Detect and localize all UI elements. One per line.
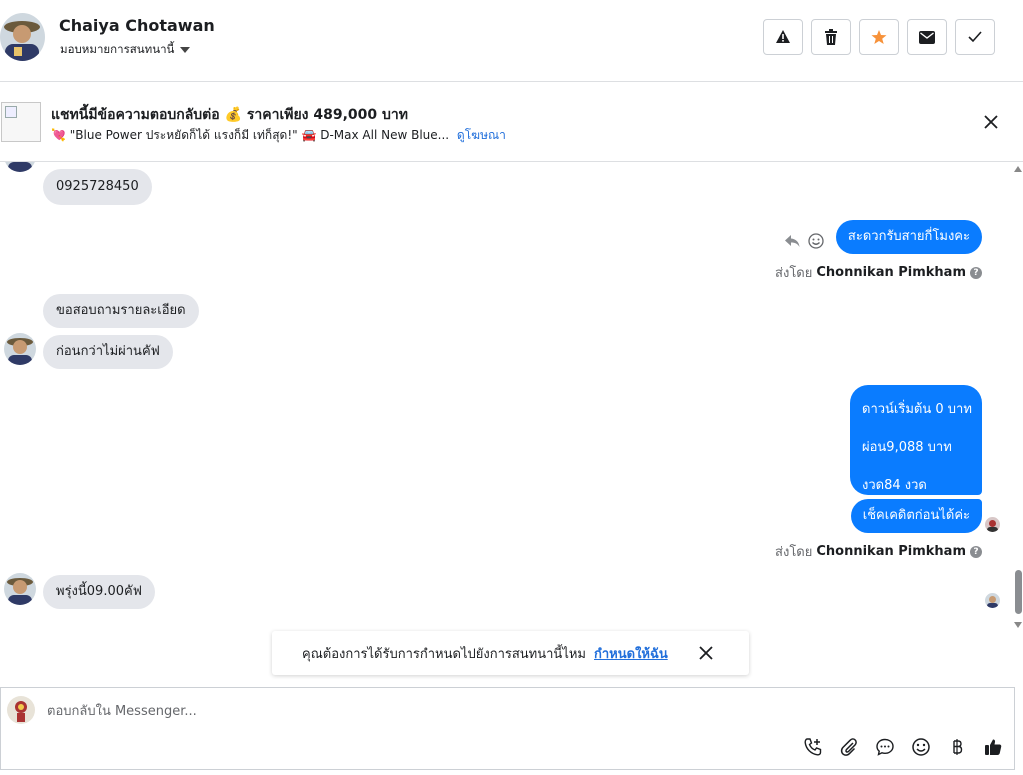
sender-name: Chonnikan Pimkham [816,544,966,559]
delete-button[interactable] [811,19,851,55]
ad-title: แชทนี้มีข้อความตอบกลับต่อ 💰 ราคาเพียง 48… [51,107,409,123]
assign-to-me-link[interactable]: กำหนดให้ฉัน [594,643,668,664]
phone-add-icon[interactable] [802,736,824,758]
message-input[interactable] [47,700,747,722]
ad-subtitle-text: 💘 "Blue Power ประหยัดก็ได้ แรงก็มี เท่ก็… [51,128,450,142]
seen-avatar [985,517,1000,532]
envelope-icon [919,30,935,44]
message-line: ผ่อน9,088 บาท [862,440,952,455]
conversation-header: Chaiya Chotawan มอบหมายการสนทนานี้ [0,0,1023,82]
close-icon[interactable] [697,644,715,662]
reply-icon[interactable] [784,233,800,252]
star-icon [871,30,887,44]
close-icon[interactable] [981,112,1001,132]
outgoing-message[interactable]: เช็คเคดิตก่อนได้ค่ะ [850,499,982,533]
help-icon[interactable]: ? [970,266,982,279]
chat-bubble-icon[interactable] [874,736,896,758]
scroll-up-arrow-icon[interactable] [1014,166,1022,172]
mark-unread-button[interactable] [907,19,947,55]
seen-avatar [985,593,1000,608]
star-button[interactable] [859,19,899,55]
sender-name: Chonnikan Pimkham [816,265,966,280]
ad-reply-banner: แชทนี้มีข้อความตอบกลับต่อ 💰 ราคาเพียง 48… [0,82,1023,162]
sent-by-label: ส่งโดย Chonnikan Pimkham ? [775,262,982,283]
ad-thumbnail[interactable] [1,102,41,142]
incoming-message[interactable]: ก่อนกว่าไม่ผ่านคัฟ [43,335,173,369]
composer-tools [802,736,1004,758]
header-actions [763,19,995,55]
sent-by-label: ส่งโดย Chonnikan Pimkham ? [775,541,982,562]
incoming-message[interactable]: 0925728450 [43,169,152,205]
contact-avatar-small [4,162,36,172]
react-emoji-icon[interactable] [808,233,824,253]
scrollbar-thumb[interactable] [1015,570,1022,614]
baht-icon[interactable] [946,736,968,758]
message-thread[interactable]: 0925728450 สะดวกรับสายกี่โมงคะ ส่งโดย Ch… [0,162,1023,628]
reply-composer [0,687,1015,770]
paperclip-icon[interactable] [838,736,860,758]
checkmark-icon [968,31,982,43]
ad-subtitle: 💘 "Blue Power ประหยัดก็ได้ แรงก็มี เท่ก็… [51,126,506,145]
view-ad-link[interactable]: ดูโฆษณา [457,128,506,142]
help-icon[interactable]: ? [970,545,982,558]
sent-by-prefix: ส่งโดย [775,266,813,281]
warning-icon [776,30,790,43]
outgoing-message-multiline[interactable]: ดาวน์เริ่มต้น 0 บาท ผ่อน9,088 บาท งวด84 … [850,385,982,495]
message-line: ดาวน์เริ่มต้น 0 บาท [862,402,972,417]
spam-button[interactable] [763,19,803,55]
thread-scrollbar[interactable] [1013,162,1023,628]
assign-reminder: คุณต้องการได้รับการกำหนดไปยังการสนทนานี้… [272,631,749,675]
thumbs-up-icon[interactable] [982,736,1004,758]
contact-name[interactable]: Chaiya Chotawan [59,16,215,35]
incoming-message[interactable]: พรุ่งนี้09.00คัฟ [43,575,155,609]
trash-icon [825,29,837,45]
assign-dropdown[interactable]: มอบหมายการสนทนานี้ [60,41,191,59]
assign-label: มอบหมายการสนทนานี้ [60,42,175,56]
sent-by-prefix: ส่งโดย [775,545,813,560]
contact-avatar-small [4,333,36,365]
page-avatar [7,696,35,724]
caret-down-icon [180,47,191,53]
incoming-message[interactable]: ขอสอบถามรายละเอียด [43,294,199,328]
contact-avatar-small [4,573,36,605]
outgoing-message[interactable]: สะดวกรับสายกี่โมงคะ [835,220,982,254]
emoji-icon[interactable] [910,736,932,758]
scroll-down-arrow-icon[interactable] [1014,622,1022,628]
contact-avatar[interactable] [0,13,45,61]
reminder-text: คุณต้องการได้รับการกำหนดไปยังการสนทนานี้… [302,646,586,662]
mark-done-button[interactable] [955,19,995,55]
